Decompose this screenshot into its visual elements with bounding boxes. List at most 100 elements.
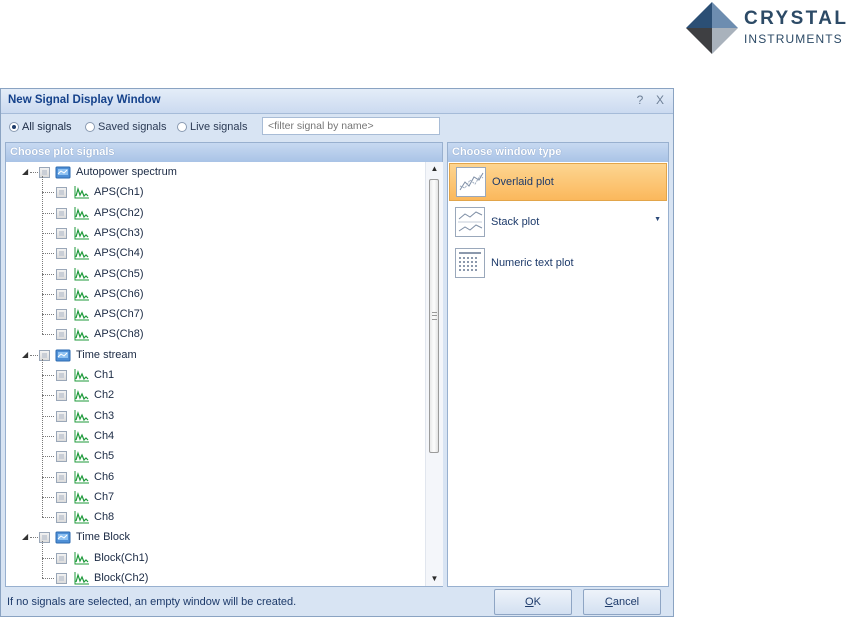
tree-signal-row[interactable]: Ch2: [6, 385, 424, 405]
tree-signal-row[interactable]: APS(Ch4): [6, 243, 424, 263]
scroll-up-icon[interactable]: ▲: [426, 162, 443, 176]
folder-signal-icon: [55, 165, 71, 179]
tree-signal-label: APS(Ch3): [94, 226, 144, 239]
tree-signal-label: Ch6: [94, 470, 115, 483]
signal-checkbox[interactable]: [56, 329, 67, 341]
signal-checkbox[interactable]: [56, 207, 67, 219]
choose-plot-signals-panel: Choose plot signals ◢ Autopower spectrum A…: [5, 142, 443, 587]
signal-checkbox[interactable]: [56, 227, 67, 239]
dropdown-arrow-icon[interactable]: ▼: [654, 216, 661, 223]
radio-button-icon[interactable]: [85, 122, 95, 132]
radio-all-signals[interactable]: All signals: [9, 120, 72, 134]
tree-connector-line: [42, 358, 43, 518]
tree-signal-row[interactable]: APS(Ch2): [6, 203, 424, 223]
tree-signal-row[interactable]: Ch6: [6, 467, 424, 487]
signal-checkbox[interactable]: [56, 390, 67, 402]
signal-checkbox[interactable]: [56, 288, 67, 300]
signal-checkbox[interactable]: [56, 410, 67, 422]
logo-line-2: INSTRUMENTS: [744, 32, 843, 46]
signal-tree: ◢ Autopower spectrum APS(Ch1) APS(Ch2) APS(C…: [6, 162, 424, 586]
tree-group-row[interactable]: ◢ Autopower spectrum: [6, 162, 424, 182]
collapse-arrow-icon[interactable]: ◢: [22, 533, 30, 541]
signal-checkbox[interactable]: [56, 573, 67, 584]
tree-connector-line: [42, 541, 43, 578]
waveform-icon: [74, 226, 90, 240]
waveform-icon: [74, 368, 90, 382]
signal-checkbox[interactable]: [56, 248, 67, 260]
signal-checkbox[interactable]: [56, 552, 67, 564]
signal-checkbox[interactable]: [56, 451, 67, 463]
cancel-button[interactable]: Cancel: [583, 589, 661, 615]
collapse-arrow-icon[interactable]: ◢: [22, 350, 30, 359]
crystal-instruments-logo: CRYSTAL INSTRUMENTS: [680, 2, 850, 54]
tree-signal-row[interactable]: APS(Ch7): [6, 304, 424, 324]
signal-checkbox[interactable]: [56, 430, 67, 442]
overlaid-plot-icon: [456, 167, 486, 197]
vertical-scrollbar[interactable]: ▲ ▼: [425, 162, 443, 586]
waveform-icon: [74, 267, 90, 281]
help-button[interactable]: ?: [633, 93, 647, 107]
filter-signal-input[interactable]: [262, 117, 440, 135]
tree-signal-label: Block(Ch2): [94, 572, 149, 584]
group-checkbox[interactable]: [39, 167, 50, 178]
tree-signal-label: Ch7: [94, 490, 115, 503]
ok-button[interactable]: OK: [494, 589, 572, 615]
waveform-icon: [74, 307, 90, 321]
waveform-icon: [74, 470, 90, 484]
tree-group-row[interactable]: ◢ Time stream: [6, 345, 424, 365]
footer-note: If no signals are selected, an empty win…: [7, 596, 297, 608]
tree-signal-row[interactable]: APS(Ch3): [6, 223, 424, 243]
signal-checkbox[interactable]: [56, 309, 67, 321]
tree-signal-row[interactable]: Ch3: [6, 406, 424, 426]
window-type-label: Numeric text plot: [491, 257, 574, 269]
window-type-label: Stack plot: [491, 216, 540, 228]
tree-signal-row[interactable]: Ch5: [6, 446, 424, 466]
tree-signal-row[interactable]: Ch1: [6, 365, 424, 385]
tree-signal-label: APS(Ch8): [94, 328, 144, 341]
group-checkbox[interactable]: [39, 349, 50, 361]
window-type-numeric-text-plot[interactable]: Numeric text plot: [449, 245, 667, 283]
radio-button-icon[interactable]: [9, 122, 19, 132]
numeric-text-plot-icon: [455, 248, 485, 278]
tree-signal-row[interactable]: Ch8: [6, 507, 424, 527]
signal-checkbox[interactable]: [56, 268, 67, 280]
waveform-icon: [74, 490, 90, 504]
close-button[interactable]: X: [653, 93, 667, 107]
collapse-arrow-icon[interactable]: ◢: [22, 168, 30, 176]
radio-saved-signals[interactable]: Saved signals: [85, 120, 167, 134]
tree-signal-row[interactable]: Block(Ch2): [6, 568, 424, 586]
tree-group-label: Time Block: [76, 531, 130, 544]
dialog-title: New Signal Display Window: [8, 94, 161, 106]
tree-signal-row[interactable]: Block(Ch1): [6, 548, 424, 568]
tree-signal-row[interactable]: Ch7: [6, 487, 424, 507]
waveform-icon: [74, 571, 90, 585]
window-type-overlaid-plot[interactable]: Overlaid plot: [449, 163, 667, 201]
tree-group-row[interactable]: ◢ Time Block: [6, 527, 424, 547]
tree-signal-label: Ch4: [94, 429, 115, 442]
tree-signal-row[interactable]: Ch4: [6, 426, 424, 446]
tree-signal-row[interactable]: APS(Ch1): [6, 182, 424, 202]
tree-signal-row[interactable]: APS(Ch6): [6, 284, 424, 304]
tree-signal-label: Ch8: [94, 511, 115, 524]
window-type-stack-plot[interactable]: Stack plot ▼: [449, 204, 667, 242]
filter-bar: All signals Saved signals Live signals: [1, 114, 673, 138]
scroll-down-icon[interactable]: ▼: [426, 572, 443, 586]
signal-checkbox[interactable]: [56, 471, 67, 483]
waveform-icon: [74, 206, 90, 220]
signal-checkbox[interactable]: [56, 491, 67, 503]
tree-signal-row[interactable]: APS(Ch5): [6, 264, 424, 284]
tree-signal-label: APS(Ch4): [94, 247, 144, 260]
signal-checkbox[interactable]: [56, 370, 67, 381]
group-checkbox[interactable]: [39, 532, 50, 544]
tree-signal-label: Ch5: [94, 450, 115, 463]
signal-checkbox[interactable]: [56, 512, 67, 524]
tree-signal-row[interactable]: APS(Ch8): [6, 324, 424, 344]
radio-label: Live signals: [190, 121, 248, 133]
signal-checkbox[interactable]: [56, 187, 67, 199]
logo-line-1: CRYSTAL: [744, 8, 849, 29]
tree-signal-label: APS(Ch7): [94, 308, 144, 321]
radio-live-signals[interactable]: Live signals: [177, 120, 247, 134]
radio-button-icon[interactable]: [177, 122, 187, 132]
scrollbar-thumb[interactable]: [429, 179, 439, 453]
waveform-icon: [74, 449, 90, 463]
